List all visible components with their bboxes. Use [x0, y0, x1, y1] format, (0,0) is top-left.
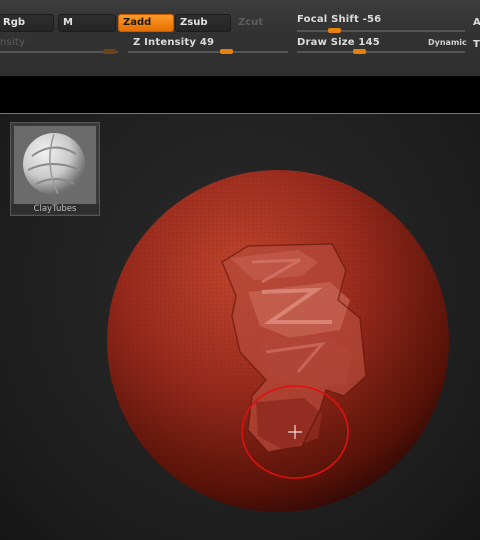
- sculpt-canvas[interactable]: [0, 0, 480, 540]
- brush-ball-icon: [23, 133, 85, 195]
- brush-thumbnail[interactable]: ClayTubes: [10, 122, 100, 216]
- brush-name-label: ClayTubes: [11, 204, 99, 214]
- brush-preview: [14, 126, 96, 204]
